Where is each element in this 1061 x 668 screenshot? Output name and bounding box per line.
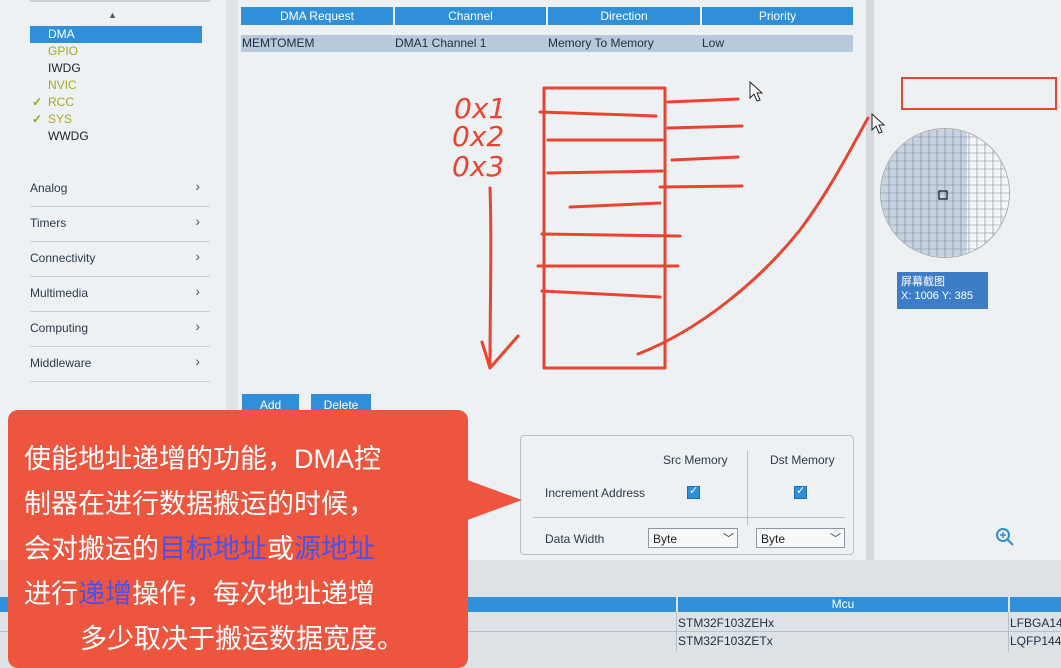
callout-segment: 会对搬运的 <box>24 534 159 564</box>
cell-channel: DMA1 Channel 1 <box>395 36 487 50</box>
row-divider <box>533 517 845 518</box>
chevron-right-icon: › <box>195 178 200 194</box>
category-multimedia[interactable]: Multimedia › <box>30 277 210 312</box>
sidebar-item-label: GPIO <box>48 44 79 58</box>
callout-highlight: 递增 <box>78 579 132 609</box>
sidebar-item-dma[interactable]: DMA <box>30 26 202 43</box>
sidebar-item-gpio[interactable]: GPIO <box>30 43 202 60</box>
src-data-width-select[interactable]: Byte ﹀ <box>648 528 738 548</box>
category-computing[interactable]: Computing › <box>30 312 210 347</box>
data-width-label: Data Width <box>545 532 605 546</box>
panel-divider[interactable] <box>866 0 874 560</box>
cell-package[interactable]: LQFP144 <box>1010 634 1061 648</box>
sort-arrow-icon[interactable]: ▲ <box>108 10 117 20</box>
dma-settings-group: Src Memory Dst Memory Increment Address … <box>520 435 854 555</box>
callout-line: 进行递增操作，每次地址递增 <box>24 572 460 617</box>
sidebar-item-iwdg[interactable]: IWDG <box>30 60 202 77</box>
column-divider <box>676 612 677 652</box>
sidebar-item-label: NVIC <box>48 78 77 92</box>
callout-line: 制器在进行数据搬运的时候， <box>24 489 375 519</box>
chevron-right-icon: › <box>195 213 200 229</box>
category-timers[interactable]: Timers › <box>30 207 210 242</box>
callout-line: 会对搬运的目标地址或源地址 <box>24 527 460 572</box>
screen-magnifier <box>880 128 1010 258</box>
col-header-dma-request[interactable]: DMA Request <box>241 7 393 25</box>
col-header-channel[interactable]: Channel <box>395 7 546 25</box>
sidebar-divider <box>30 0 210 2</box>
src-increment-checkbox[interactable] <box>687 484 700 499</box>
category-label: Computing <box>30 321 89 335</box>
magnifier-grid <box>881 129 1009 257</box>
zoom-in-icon[interactable] <box>995 527 1015 552</box>
sidebar-item-label: SYS <box>48 112 73 126</box>
category-label: Timers <box>30 216 67 230</box>
col-header-priority[interactable]: Priority <box>702 7 853 25</box>
chevron-right-icon: › <box>195 283 200 299</box>
column-divider <box>747 451 748 525</box>
col-header-package[interactable] <box>1010 597 1061 612</box>
cell-direction: Memory To Memory <box>548 36 654 50</box>
category-label: Connectivity <box>30 251 96 265</box>
col-header-mcu[interactable]: Mcu <box>678 597 1008 612</box>
callout-pointer <box>462 478 522 522</box>
cell-mcu[interactable]: STM32F103ZEHx <box>678 616 774 630</box>
sidebar-item-sys[interactable]: SYS <box>30 111 202 128</box>
callout-line: 使能地址递增的功能，DMA控 <box>24 444 381 474</box>
dst-increment-checkbox[interactable] <box>794 484 807 499</box>
annotation-box <box>901 77 1057 110</box>
select-value: Byte <box>761 532 786 546</box>
category-connectivity[interactable]: Connectivity › <box>30 242 210 277</box>
callout-highlight: 目标地址 <box>159 534 267 564</box>
sidebar-item-label: RCC <box>48 95 74 109</box>
magnifier-title: 屏幕截图 <box>901 276 945 288</box>
sidebar-item-label: IWDG <box>48 61 81 75</box>
increment-address-label: Increment Address <box>545 486 646 500</box>
category-analog[interactable]: Analog › <box>30 172 210 207</box>
chevron-down-icon: ﹀ <box>723 533 734 545</box>
category-middleware[interactable]: Middleware › <box>30 347 210 382</box>
dst-memory-header: Dst Memory <box>770 453 835 467</box>
column-divider <box>1008 612 1009 652</box>
chevron-down-icon: ﹀ <box>830 533 841 545</box>
col-header-direction[interactable]: Direction <box>548 7 700 25</box>
callout-segment: 操作，每次地址递增 <box>132 579 375 609</box>
callout-line: 多少取决于搬运数据宽度。 <box>80 624 404 654</box>
sidebar-item-label: WWDG <box>48 129 89 143</box>
callout-highlight: 源地址 <box>294 534 375 564</box>
chevron-right-icon: › <box>195 318 200 334</box>
callout-segment: 或 <box>267 534 294 564</box>
sidebar-item-rcc[interactable]: RCC <box>30 94 202 111</box>
cell-mcu[interactable]: STM32F103ZETx <box>678 634 773 648</box>
select-value: Byte <box>653 532 678 546</box>
magnifier-coords: X: 1006 Y: 385 <box>901 290 973 302</box>
chevron-right-icon: › <box>195 353 200 369</box>
callout-segment: 进行 <box>24 579 78 609</box>
chevron-right-icon: › <box>195 248 200 264</box>
cell-request: MEMTOMEM <box>242 36 315 50</box>
sidebar-item-wwdg[interactable]: WWDG <box>30 128 202 145</box>
category-label: Analog <box>30 181 68 195</box>
callout-text: 使能地址递增的功能，DMA控 制器在进行数据搬运的时候， 会对搬运的目标地址或源… <box>24 437 460 662</box>
dst-data-width-select[interactable]: Byte ﹀ <box>756 528 845 548</box>
category-label: Middleware <box>30 356 92 370</box>
sidebar-item-nvic[interactable]: NVIC <box>30 77 202 94</box>
cell-package[interactable]: LFBGA144 <box>1010 616 1061 630</box>
src-memory-header: Src Memory <box>663 453 728 467</box>
category-label: Multimedia <box>30 286 89 300</box>
cell-priority: Low <box>702 36 725 50</box>
table-row[interactable]: MEMTOMEM DMA1 Channel 1 Memory To Memory… <box>241 35 853 52</box>
sidebar-item-label: DMA <box>48 27 75 41</box>
magnifier-info: 屏幕截图 X: 1006 Y: 385 <box>897 272 988 309</box>
